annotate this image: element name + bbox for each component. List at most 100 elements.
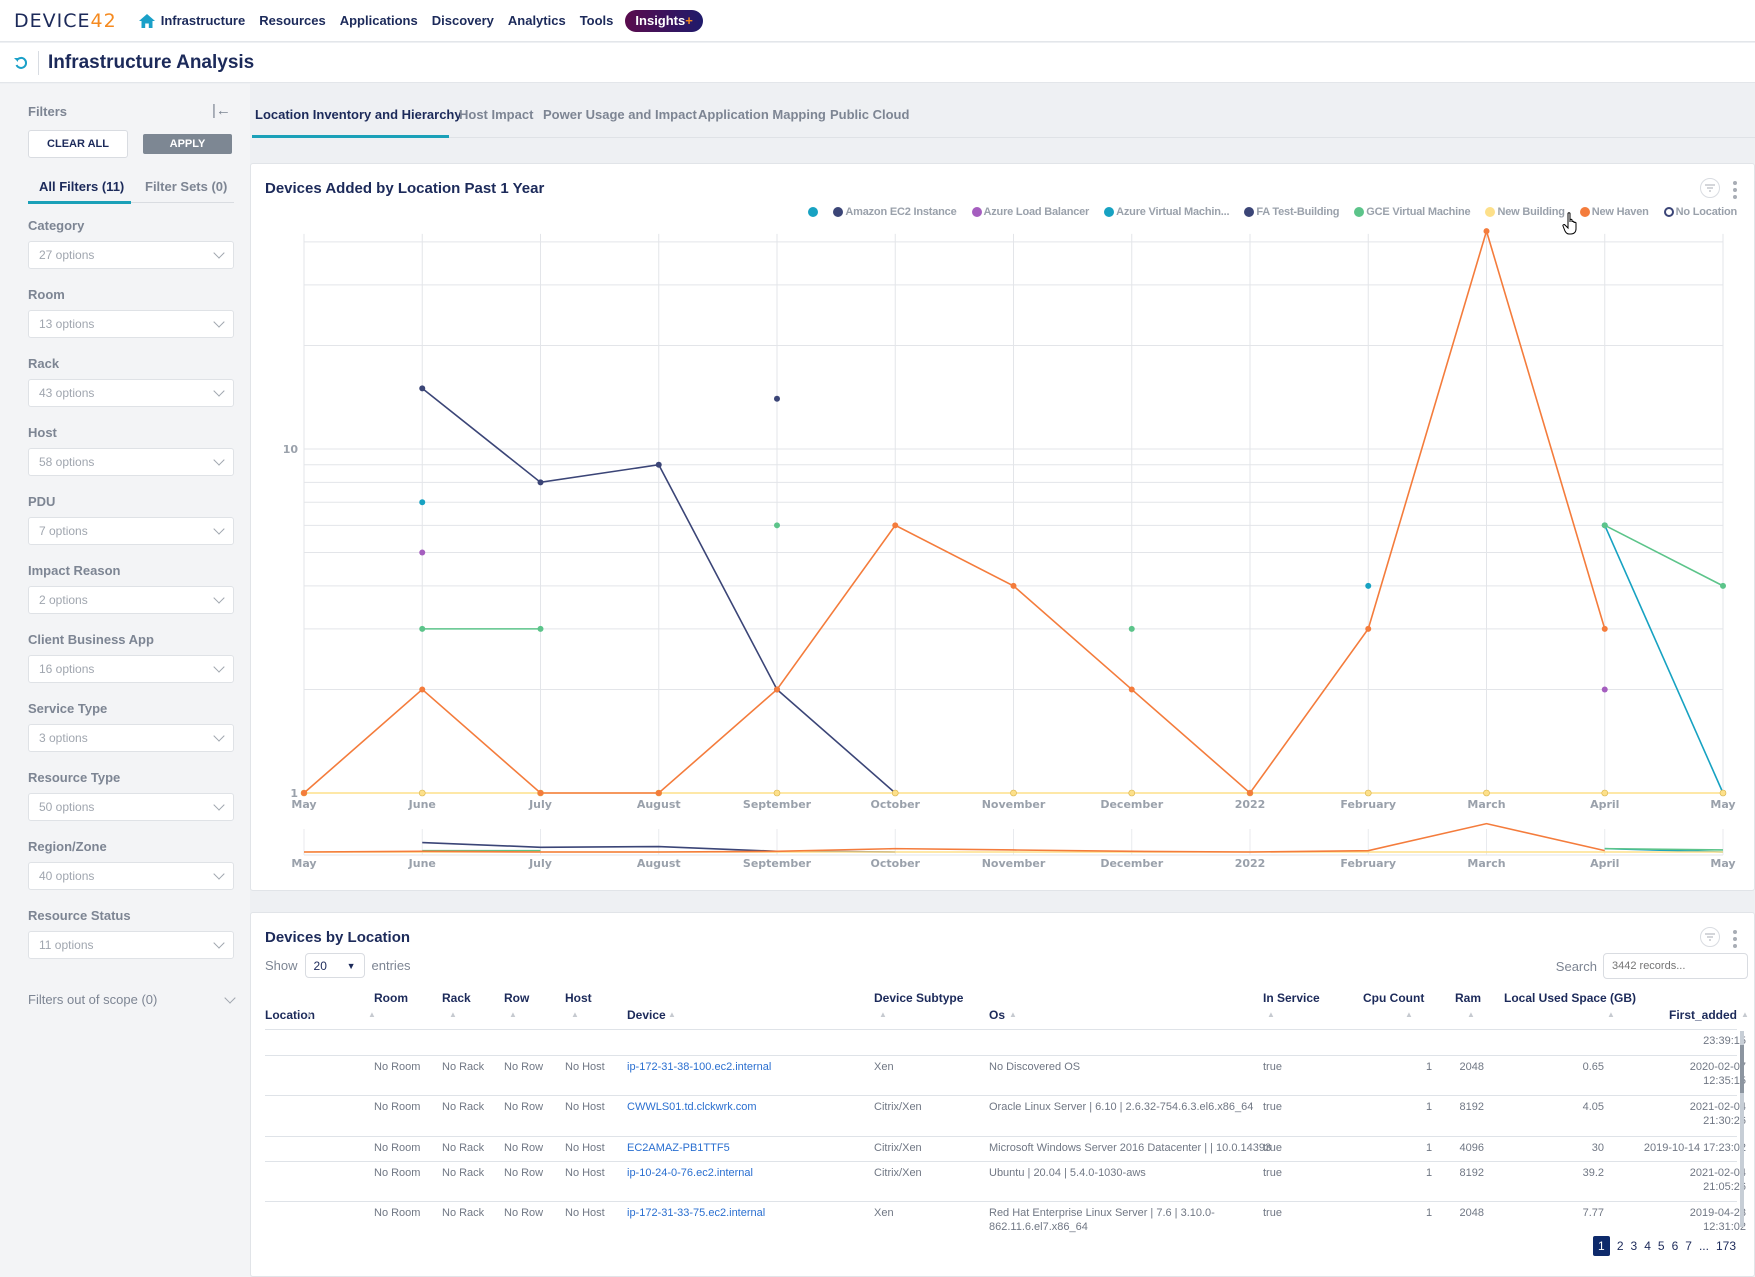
device42-logo[interactable]: DEVICE42 — [14, 10, 117, 32]
column-header[interactable]: Rack — [442, 991, 471, 1005]
sort-icon[interactable]: ▲ — [1009, 1010, 1017, 1019]
filter-select[interactable]: 16 options — [28, 655, 234, 683]
clear-all-button[interactable]: CLEAR ALL — [28, 130, 128, 158]
legend-marker-icon — [1244, 207, 1255, 217]
refresh-back-icon[interactable] — [13, 55, 29, 71]
sort-icon[interactable]: ▲ — [1607, 1010, 1615, 1019]
filter-select[interactable]: 27 options — [28, 241, 234, 269]
nav-analytics[interactable]: Analytics — [508, 13, 566, 28]
collapse-sidebar-icon[interactable]: |← — [212, 102, 231, 119]
legend-item[interactable]: Azure Load Balancer — [971, 206, 1089, 218]
page-link[interactable]: 4 — [1644, 1239, 1651, 1253]
device-link[interactable]: CWWLS01.td.clckwrk.com — [627, 1101, 757, 1113]
legend-item[interactable]: GCE Virtual Machine — [1354, 206, 1471, 218]
tab-power-usage[interactable]: Power Usage and Impact — [543, 107, 697, 122]
sort-icon[interactable]: ▲ — [668, 1010, 676, 1019]
sort-icon[interactable]: ▲ — [1405, 1010, 1413, 1019]
device-link[interactable]: ip-172-31-38-100.ec2.internal — [627, 1061, 771, 1073]
column-header[interactable]: Host — [565, 991, 592, 1005]
filter-select[interactable]: 11 options — [28, 931, 234, 959]
page-link[interactable]: 5 — [1658, 1239, 1665, 1253]
table-filter-icon[interactable] — [1700, 927, 1720, 947]
legend-item[interactable]: New Building — [1485, 206, 1565, 218]
page-last[interactable]: 173 — [1716, 1239, 1736, 1253]
column-header[interactable]: Room — [374, 991, 408, 1005]
page-link[interactable]: 2 — [1617, 1239, 1624, 1253]
tab-application-mapping[interactable]: Application Mapping — [698, 107, 826, 122]
chevron-down-icon — [213, 661, 225, 673]
column-header[interactable]: Local Used Space (GB) — [1504, 991, 1636, 1005]
chart-legend: Amazon EC2 Instance Azure Load Balancer Az… — [808, 206, 1737, 218]
sort-icon[interactable]: ▲ — [571, 1010, 579, 1019]
sort-icon[interactable]: ▲ — [509, 1010, 517, 1019]
cell-first-added: 2019-04-23 — [1689, 1207, 1746, 1219]
nav-resources[interactable]: Resources — [259, 13, 325, 28]
sort-icon[interactable]: ▲ — [368, 1010, 376, 1019]
column-header[interactable]: Cpu Count — [1363, 991, 1424, 1005]
chevron-down-icon — [213, 592, 225, 604]
legend-item[interactable]: Azure Virtual Machin... — [1104, 206, 1230, 218]
table-more-options-icon[interactable] — [1733, 930, 1739, 948]
column-header[interactable]: Os — [989, 1008, 1005, 1022]
page-link[interactable]: 3 — [1631, 1239, 1638, 1253]
cell-local-used-space: 39.2 — [1582, 1167, 1604, 1179]
filter-select[interactable]: 40 options — [28, 862, 234, 890]
column-header[interactable]: Row — [504, 991, 529, 1005]
device-link[interactable]: ip-10-24-0-76.ec2.internal — [627, 1167, 753, 1179]
nav-infrastructure[interactable]: Infrastructure — [161, 13, 246, 28]
cell-ram: 2048 — [1459, 1061, 1484, 1073]
table-scrollbar-thumb[interactable] — [1740, 1045, 1744, 1093]
tab-location-inventory[interactable]: Location Inventory and Hierarchy — [255, 107, 462, 122]
data-point — [419, 549, 426, 556]
filter-select[interactable]: 7 options — [28, 517, 234, 545]
device-link[interactable]: EC2AMAZ-PB1TTF5 — [627, 1142, 730, 1154]
entries-per-page-select[interactable]: 20 ▼ — [304, 953, 365, 978]
cell-local-used-space: 30 — [1591, 1142, 1604, 1154]
header-divider — [265, 1029, 1737, 1030]
insights-plus-button[interactable]: Insights + — [625, 9, 703, 32]
column-header[interactable]: Device — [627, 1008, 666, 1022]
filter-select[interactable]: 43 options — [28, 379, 234, 407]
device-link[interactable]: ip-172-31-33-75.ec2.internal — [627, 1207, 765, 1219]
sort-icon[interactable]: ▲ — [1467, 1010, 1475, 1019]
sort-icon[interactable]: ▲ — [449, 1010, 457, 1019]
legend-item[interactable] — [808, 207, 819, 217]
tab-public-cloud[interactable]: Public Cloud — [830, 107, 909, 122]
chart-filter-icon[interactable] — [1700, 178, 1720, 198]
cell-rack: No Rack — [442, 1101, 485, 1113]
legend-item[interactable]: No Location — [1663, 206, 1737, 218]
legend-item[interactable]: Amazon EC2 Instance — [833, 206, 957, 218]
sort-icon[interactable]: ▲ — [305, 1010, 313, 1019]
search-input[interactable] — [1603, 953, 1748, 979]
chart-more-options-icon[interactable] — [1733, 181, 1739, 199]
sort-icon[interactable]: ▲ — [1741, 1010, 1749, 1019]
home-icon[interactable] — [138, 13, 155, 28]
tab-all-filters[interactable]: All Filters (11) — [39, 179, 124, 194]
column-header[interactable]: Ram — [1455, 991, 1481, 1005]
page-link[interactable]: 6 — [1672, 1239, 1679, 1253]
apply-button[interactable]: APPLY — [143, 134, 232, 154]
sort-icon[interactable]: ▲ — [1267, 1010, 1275, 1019]
tab-filter-sets[interactable]: Filter Sets (0) — [145, 179, 227, 194]
page-link[interactable]: 7 — [1685, 1239, 1692, 1253]
filters-heading: Filters — [28, 104, 68, 119]
nav-tools[interactable]: Tools — [580, 13, 614, 28]
nav-applications[interactable]: Applications — [340, 13, 418, 28]
navigator-x-label: October — [871, 857, 921, 870]
filter-select[interactable]: 50 options — [28, 793, 234, 821]
column-header[interactable]: Device Subtype — [874, 991, 963, 1005]
legend-item[interactable]: New Haven — [1579, 206, 1649, 218]
sort-icon[interactable]: ▲ — [879, 1010, 887, 1019]
filter-select[interactable]: 3 options — [28, 724, 234, 752]
legend-item[interactable]: FA Test-Building — [1244, 206, 1339, 218]
filter-select[interactable]: 58 options — [28, 448, 234, 476]
filters-out-of-scope[interactable]: Filters out of scope (0) — [28, 991, 236, 1007]
filter-select[interactable]: 13 options — [28, 310, 234, 338]
nav-discovery[interactable]: Discovery — [432, 13, 494, 28]
filter-select[interactable]: 2 options — [28, 586, 234, 614]
page-current[interactable]: 1 — [1592, 1236, 1610, 1256]
tab-host-impact[interactable]: Host Impact — [459, 107, 533, 122]
column-header[interactable]: First_added — [1669, 1008, 1737, 1022]
cell-first-added: 2019-10-14 17:23:02 — [1643, 1142, 1746, 1154]
column-header[interactable]: In Service — [1263, 991, 1320, 1005]
